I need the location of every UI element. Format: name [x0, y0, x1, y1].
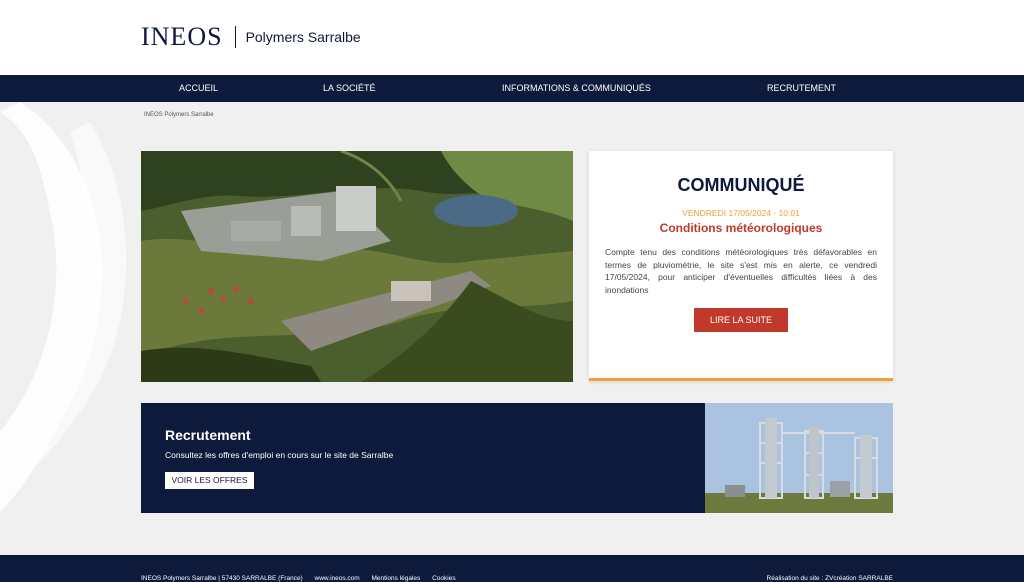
communique-headline[interactable]: Conditions météorologiques — [589, 221, 893, 235]
background-swoosh — [0, 102, 127, 512]
read-more-button[interactable]: LIRE LA SUITE — [694, 308, 788, 332]
aerial-site-photo — [141, 151, 573, 382]
site-header: INEOS Polymers Sarralbe — [0, 0, 1024, 75]
footer-credit[interactable]: Réalisation du site : ZVcréation SARRALB… — [767, 575, 893, 582]
site-footer: INEOS Polymers Sarralbe | 57430 SARRALBE… — [0, 555, 1024, 582]
communique-card: COMMUNIQUÉ VENDREDI 17/05/2024 - 10:01 C… — [589, 151, 893, 381]
nav-item-societe[interactable]: LA SOCIÉTÉ — [323, 75, 376, 102]
recruitment-title: Recrutement — [165, 427, 251, 443]
recruitment-description: Consultez les offres d'emploi en cours s… — [165, 450, 394, 460]
plant-structure-photo — [705, 403, 893, 513]
view-offers-button[interactable]: VOIR LES OFFRES — [165, 472, 254, 489]
breadcrumb[interactable]: INEOS Polymers Sarralbe — [144, 112, 214, 118]
logo-wordmark: INEOS — [141, 22, 223, 51]
nav-item-accueil[interactable]: ACCUEIL — [179, 75, 218, 102]
footer-legal-link[interactable]: Mentions légales — [372, 575, 421, 582]
footer-address: INEOS Polymers Sarralbe | 57430 SARRALBE… — [141, 575, 303, 582]
nav-item-informations[interactable]: INFORMATIONS & COMMUNIQUÉS — [502, 75, 651, 102]
logo-divider — [234, 26, 236, 48]
footer-cookies-link[interactable]: Cookies — [432, 575, 455, 582]
footer-links: INEOS Polymers Sarralbe | 57430 SARRALBE… — [141, 575, 466, 582]
ineos-logo[interactable]: INEOS Polymers Sarralbe — [141, 22, 361, 52]
communique-date: VENDREDI 17/05/2024 - 10:01 — [682, 208, 800, 218]
footer-website-link[interactable]: www.ineos.com — [315, 575, 360, 582]
communique-title: COMMUNIQUÉ — [677, 175, 805, 195]
communique-body: Compte tenu des conditions météorologiqu… — [605, 247, 877, 295]
site-name: Polymers Sarralbe — [245, 29, 361, 45]
nav-item-recrutement[interactable]: RECRUTEMENT — [767, 75, 836, 102]
main-nav: ACCUEIL LA SOCIÉTÉ INFORMATIONS & COMMUN… — [0, 75, 1024, 102]
recruitment-banner: Recrutement Consultez les offres d'emplo… — [141, 403, 893, 513]
